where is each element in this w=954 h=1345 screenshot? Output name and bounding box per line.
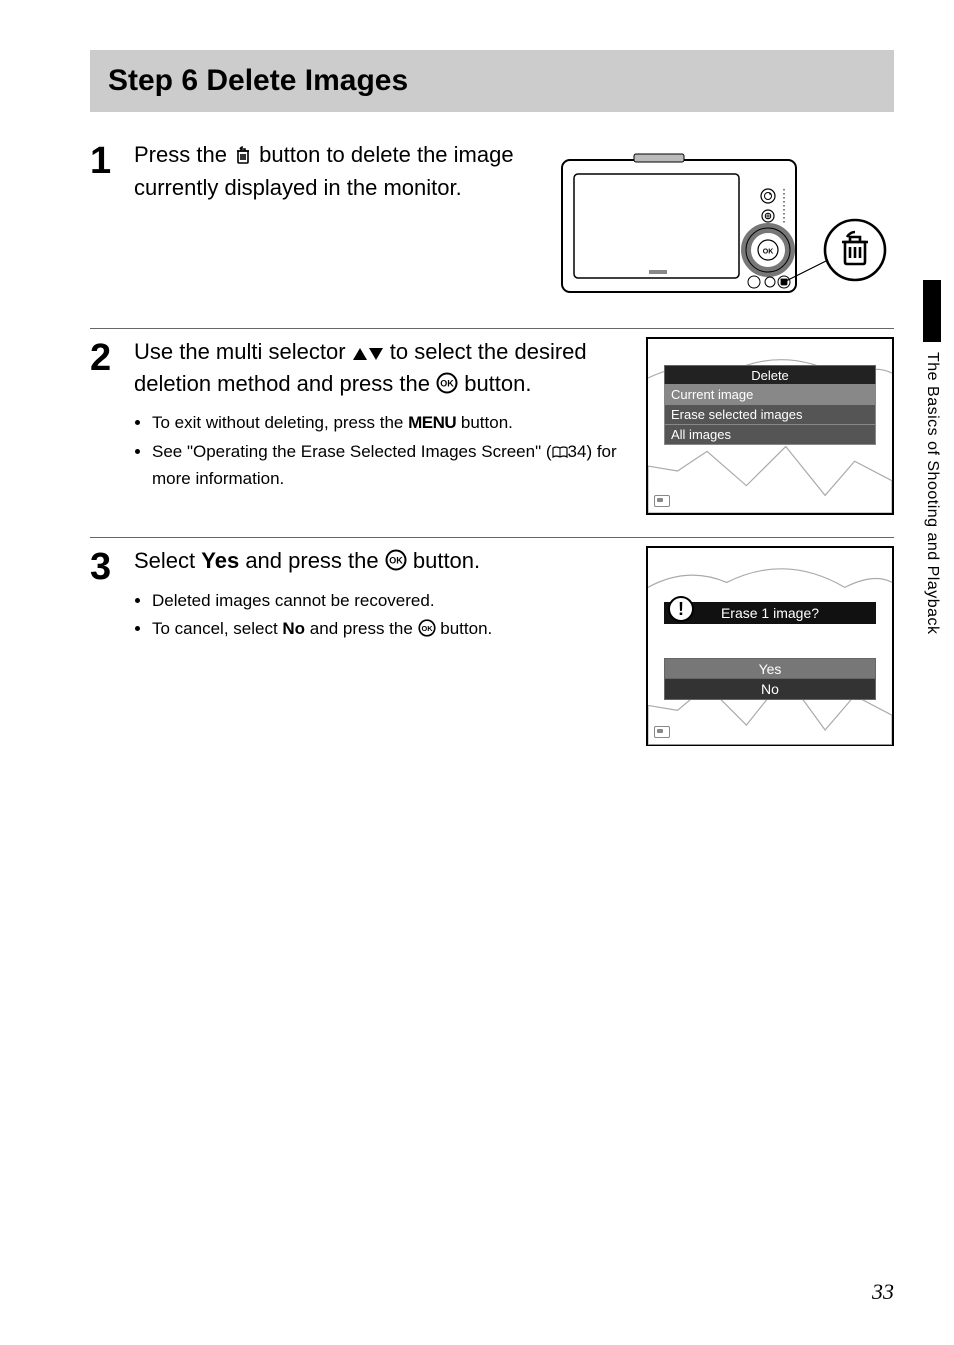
text: and press the — [305, 619, 417, 638]
down-triangle-icon — [368, 339, 384, 369]
step-text: Use the multi selector to select the des… — [134, 337, 636, 519]
memory-card-icon — [654, 495, 670, 507]
text: To cancel, select — [152, 619, 282, 638]
option-yes: Yes — [664, 658, 876, 680]
svg-text:OK: OK — [421, 624, 433, 633]
text-no: No — [282, 619, 305, 638]
sub-bullets: To exit without deleting, press the MENU… — [134, 411, 636, 491]
ok-icon: OK — [436, 372, 458, 402]
step-3: 3 Select Yes and press the OK button. De… — [90, 546, 894, 764]
step-text: Select Yes and press the OK button. Dele… — [134, 546, 636, 746]
step-2: 2 Use the multi selector to select the d… — [90, 337, 894, 538]
ok-icon: OK — [385, 549, 407, 579]
svg-text:OK: OK — [763, 249, 774, 256]
steps-list: 1 Press the button to delete the image c… — [90, 140, 894, 764]
text: button. — [407, 548, 480, 573]
up-triangle-icon — [352, 339, 368, 369]
svg-text:OK: OK — [440, 378, 454, 388]
camera-back-illustration: OK — [554, 140, 894, 310]
step-number: 3 — [90, 548, 134, 746]
text: button. — [436, 619, 493, 638]
text: button. — [458, 371, 531, 396]
sub-bullets: Deleted images cannot be recovered. To c… — [134, 589, 636, 645]
trash-icon — [233, 143, 253, 173]
menu-icon: MENU — [408, 413, 456, 432]
delete-menu-illustration: Delete Current image Erase selected imag… — [646, 337, 894, 519]
text: See "Operating the Erase Selected Images… — [152, 442, 552, 461]
page-number: 33 — [872, 1279, 894, 1305]
memory-card-icon — [654, 726, 670, 738]
confirm-prompt: Erase 1 image? — [664, 602, 876, 624]
step-number: 1 — [90, 142, 134, 310]
svg-text:OK: OK — [389, 556, 403, 566]
tab-marker — [923, 280, 941, 342]
text: Press the — [134, 142, 233, 167]
menu-item-all: All images — [664, 424, 876, 445]
option-no: No — [664, 678, 876, 700]
chapter-name: The Basics of Shooting and Playback — [923, 352, 941, 635]
text: button. — [456, 413, 513, 432]
menu-item-selected-images: Erase selected images — [664, 404, 876, 425]
text: To exit without deleting, press the — [152, 413, 408, 432]
step-text: Press the button to delete the image cur… — [134, 140, 544, 310]
menu-item-current: Current image — [664, 384, 876, 405]
text: Deleted images cannot be recovered. — [152, 589, 636, 614]
text: Select — [134, 548, 201, 573]
step-number: 2 — [90, 339, 134, 519]
page-ref-icon — [552, 442, 568, 467]
text: and press the — [239, 548, 385, 573]
menu-title: Delete — [664, 365, 876, 386]
confirm-screen-illustration: ! Erase 1 image? Yes No — [646, 546, 894, 746]
step-1: 1 Press the button to delete the image c… — [90, 140, 894, 329]
section-title-bar: Step 6 Delete Images — [90, 50, 894, 112]
text: Use the multi selector — [134, 339, 352, 364]
ok-icon: OK — [418, 619, 436, 645]
page-ref: 34 — [568, 442, 587, 461]
sidebar-tab: The Basics of Shooting and Playback — [910, 280, 954, 724]
section-title: Step 6 Delete Images — [108, 64, 876, 98]
alert-icon: ! — [668, 596, 694, 622]
text-yes: Yes — [201, 548, 239, 573]
manual-page: Step 6 Delete Images 1 Press the button … — [0, 0, 954, 1345]
